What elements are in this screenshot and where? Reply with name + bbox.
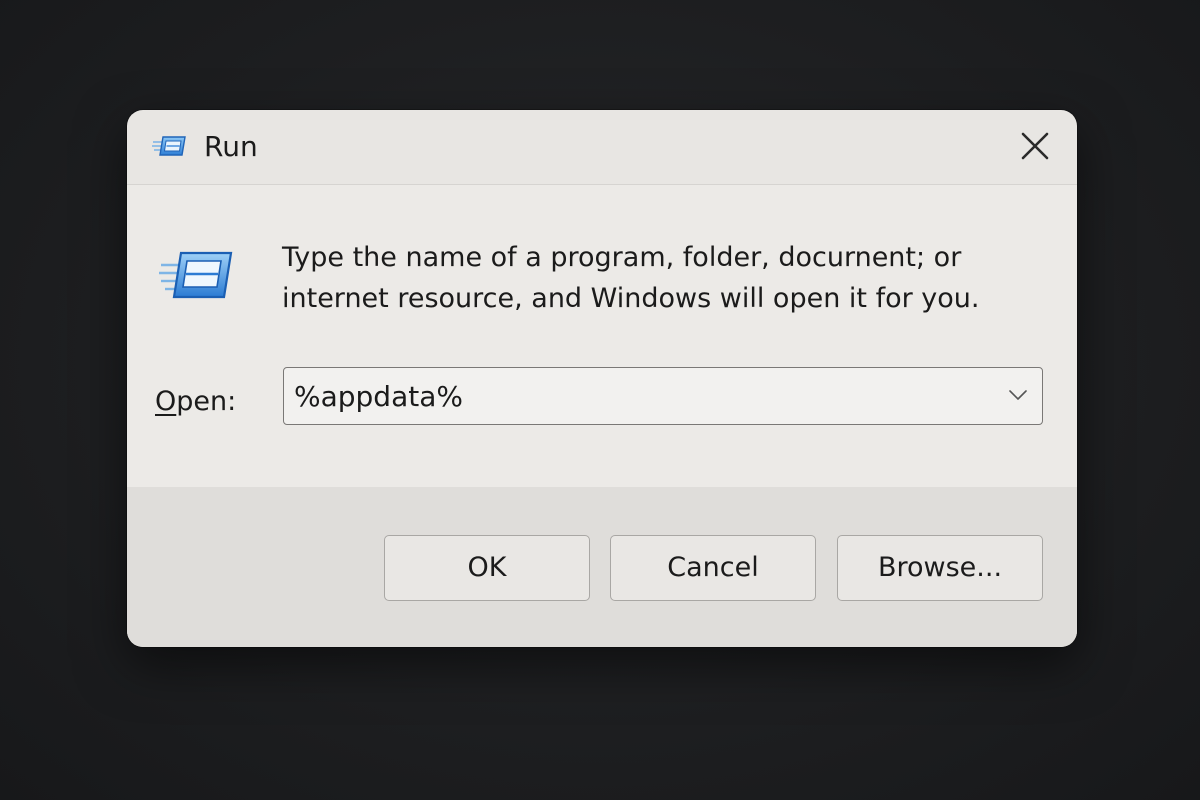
- button-bar: OK Cancel Browse...: [127, 487, 1077, 647]
- open-label-accelerator: O: [155, 386, 177, 417]
- run-dialog: Run Type the name of a program, folder, …: [127, 110, 1077, 647]
- open-combobox[interactable]: [283, 367, 1043, 425]
- open-label: Open:: [155, 384, 236, 420]
- dialog-body: Type the name of a program, folder, docu…: [127, 185, 1077, 487]
- instruction-line-2: internet resource, and Windows will open…: [282, 283, 980, 314]
- run-icon: [159, 251, 233, 299]
- window-title: Run: [204, 130, 258, 163]
- instruction-text: Type the name of a program, folder, docu…: [282, 237, 1042, 319]
- title-bar[interactable]: Run: [127, 110, 1077, 185]
- close-icon[interactable]: [1015, 126, 1055, 166]
- run-icon: [152, 136, 186, 156]
- browse-button[interactable]: Browse...: [837, 535, 1043, 601]
- instruction-line-1: Type the name of a program, folder, docu…: [282, 242, 962, 273]
- open-label-text: pen:: [176, 386, 237, 417]
- cancel-button[interactable]: Cancel: [610, 535, 816, 601]
- ok-button[interactable]: OK: [384, 535, 590, 601]
- chevron-down-icon[interactable]: [1008, 388, 1028, 402]
- open-input[interactable]: [294, 374, 974, 418]
